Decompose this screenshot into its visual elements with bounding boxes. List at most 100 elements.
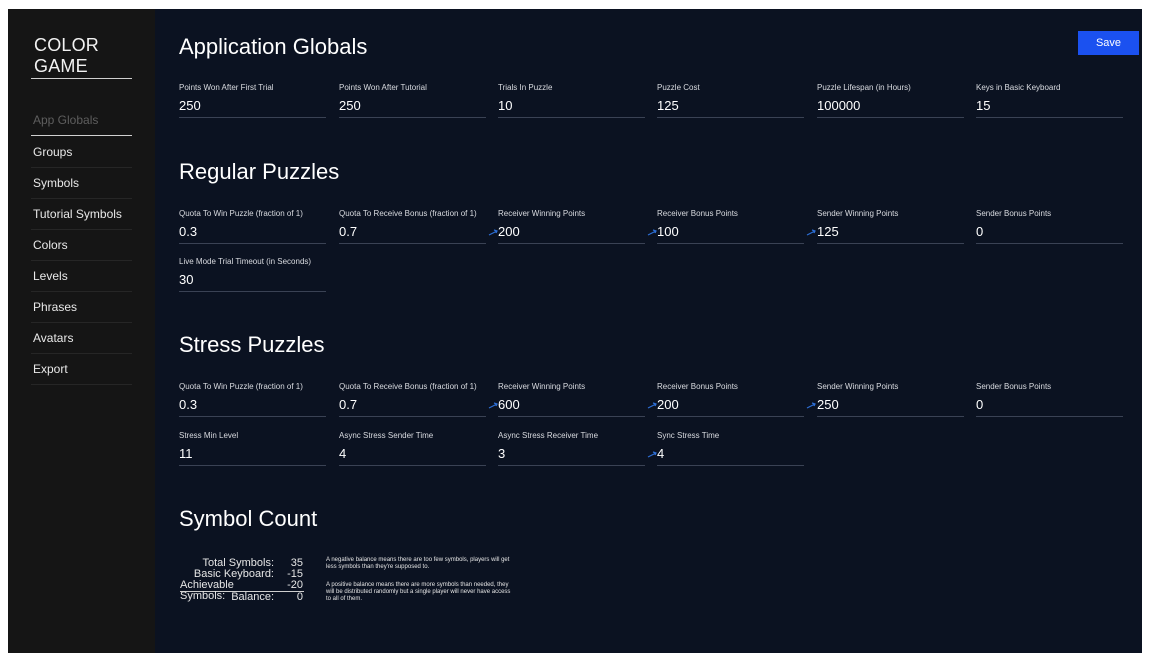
sidebar-item-symbols[interactable]: Symbols xyxy=(31,168,132,199)
spinner-arrows-icon[interactable] xyxy=(806,228,816,238)
stress-sender-winning-input[interactable]: 250 xyxy=(817,397,964,417)
field-keys-basic-keyboard: Keys in Basic Keyboard 15 xyxy=(976,83,1123,119)
brand-divider xyxy=(31,78,132,79)
stress-receiver-bonus-input[interactable]: 200 xyxy=(657,397,804,417)
field-label: Async Stress Sender Time xyxy=(339,431,434,440)
field-puzzle-lifespan: Puzzle Lifespan (in Hours) 100000 xyxy=(817,83,964,119)
field-label: Quota To Receive Bonus (fraction of 1) xyxy=(339,382,477,391)
points-first-trial-input[interactable]: 250 xyxy=(179,98,326,118)
sidebar-item-levels[interactable]: Levels xyxy=(31,261,132,292)
field-async-receiver-time: Async Stress Receiver Time 3 xyxy=(498,431,657,467)
field-label: Quota To Win Puzzle (fraction of 1) xyxy=(179,382,303,391)
main-content: Save Application Globals Points Won Afte… xyxy=(155,9,1142,653)
symbol-count-table: Total Symbols: 35 Basic Keyboard: -15 Ac… xyxy=(180,558,304,603)
puzzle-lifespan-input[interactable]: 100000 xyxy=(817,98,964,118)
section-title-app-globals: Application Globals xyxy=(179,34,368,59)
field-regular-quota-bonus: Quota To Receive Bonus (fraction of 1) 0… xyxy=(339,209,498,245)
positive-balance-note: A positive balance means there are more … xyxy=(326,582,511,602)
symbol-count-row: Balance: 0 xyxy=(180,592,304,603)
field-stress-min-level: Stress Min Level 11 xyxy=(179,431,326,467)
field-label: Async Stress Receiver Time xyxy=(498,431,599,440)
sidebar-item-app-globals[interactable]: App Globals xyxy=(31,105,132,136)
stress-min-level-input[interactable]: 11 xyxy=(179,446,326,466)
field-regular-receiver-bonus: Receiver Bonus Points 100 xyxy=(657,209,816,245)
symbol-count-label: Balance: xyxy=(231,591,274,603)
field-points-after-tutorial: Points Won After Tutorial 250 xyxy=(339,83,486,119)
live-mode-timeout-input[interactable]: 30 xyxy=(179,272,326,292)
spinner-arrows-icon[interactable] xyxy=(488,401,498,411)
field-regular-receiver-winning: Receiver Winning Points 200 xyxy=(498,209,657,245)
field-stress-quota-bonus: Quota To Receive Bonus (fraction of 1) 0… xyxy=(339,382,498,418)
field-label: Receiver Winning Points xyxy=(498,382,586,391)
trials-in-puzzle-input[interactable]: 10 xyxy=(498,98,645,118)
sidebar-item-phrases[interactable]: Phrases xyxy=(31,292,132,323)
field-label: Points Won After Tutorial xyxy=(339,83,427,92)
field-label: Points Won After First Trial xyxy=(179,83,274,92)
points-after-tutorial-input[interactable]: 250 xyxy=(339,98,486,118)
puzzle-cost-input[interactable]: 125 xyxy=(657,98,804,118)
field-label: Keys in Basic Keyboard xyxy=(976,83,1061,92)
field-label: Trials In Puzzle xyxy=(498,83,553,92)
async-receiver-time-input[interactable]: 3 xyxy=(498,446,645,466)
field-stress-receiver-bonus: Receiver Bonus Points 200 xyxy=(657,382,816,418)
app-brand: COLOR GAME xyxy=(34,35,100,76)
field-regular-sender-winning: Sender Winning Points 125 xyxy=(817,209,964,245)
field-label: Receiver Winning Points xyxy=(498,209,586,218)
stress-sender-bonus-input[interactable]: 0 xyxy=(976,397,1123,417)
keys-basic-keyboard-input[interactable]: 15 xyxy=(976,98,1123,118)
field-label: Receiver Bonus Points xyxy=(657,382,738,391)
field-label: Puzzle Lifespan (in Hours) xyxy=(817,83,911,92)
sidebar: COLOR GAME App Globals Groups Symbols Tu… xyxy=(8,9,155,653)
regular-sender-winning-input[interactable]: 125 xyxy=(817,224,964,244)
field-label: Stress Min Level xyxy=(179,431,239,440)
field-trials-in-puzzle: Trials In Puzzle 10 xyxy=(498,83,645,119)
spinner-arrows-icon[interactable] xyxy=(647,228,657,238)
sidebar-item-groups[interactable]: Groups xyxy=(31,137,132,168)
sidebar-item-tutorial-symbols[interactable]: Tutorial Symbols xyxy=(31,199,132,230)
field-puzzle-cost: Puzzle Cost 125 xyxy=(657,83,804,119)
field-label: Sender Winning Points xyxy=(817,382,899,391)
field-label: Puzzle Cost xyxy=(657,83,700,92)
spinner-arrows-icon[interactable] xyxy=(488,228,498,238)
field-label: Sender Winning Points xyxy=(817,209,899,218)
field-label: Live Mode Trial Timeout (in Seconds) xyxy=(179,257,312,266)
regular-quota-win-input[interactable]: 0.3 xyxy=(179,224,326,244)
field-regular-quota-win: Quota To Win Puzzle (fraction of 1) 0.3 xyxy=(179,209,326,245)
symbol-count-value: -20 xyxy=(287,579,303,591)
symbol-count-value: 0 xyxy=(296,591,303,603)
regular-sender-bonus-input[interactable]: 0 xyxy=(976,224,1123,244)
field-label: Sender Bonus Points xyxy=(976,209,1052,218)
spinner-arrows-icon[interactable] xyxy=(806,401,816,411)
field-label: Sync Stress Time xyxy=(657,431,720,440)
field-live-mode-timeout: Live Mode Trial Timeout (in Seconds) 30 xyxy=(179,257,326,293)
field-stress-quota-win: Quota To Win Puzzle (fraction of 1) 0.3 xyxy=(179,382,326,418)
sidebar-nav: App Globals Groups Symbols Tutorial Symb… xyxy=(31,105,132,385)
spinner-arrows-icon[interactable] xyxy=(647,450,657,460)
field-regular-sender-bonus: Sender Bonus Points 0 xyxy=(976,209,1123,245)
save-button[interactable]: Save xyxy=(1078,31,1139,55)
stress-quota-win-input[interactable]: 0.3 xyxy=(179,397,326,417)
sidebar-item-colors[interactable]: Colors xyxy=(31,230,132,261)
field-label: Quota To Win Puzzle (fraction of 1) xyxy=(179,209,303,218)
negative-balance-note: A negative balance means there are too f… xyxy=(326,557,510,570)
field-label: Receiver Bonus Points xyxy=(657,209,738,218)
field-label: Sender Bonus Points xyxy=(976,382,1052,391)
stress-receiver-winning-input[interactable]: 600 xyxy=(498,397,645,417)
sidebar-item-export[interactable]: Export xyxy=(31,354,132,385)
app-window: COLOR GAME App Globals Groups Symbols Tu… xyxy=(8,9,1142,653)
regular-receiver-winning-input[interactable]: 200 xyxy=(498,224,645,244)
section-title-stress-puzzles: Stress Puzzles xyxy=(179,332,325,357)
field-stress-receiver-winning: Receiver Winning Points 600 xyxy=(498,382,657,418)
sync-stress-time-input[interactable]: 4 xyxy=(657,446,804,466)
section-title-symbol-count: Symbol Count xyxy=(179,506,318,531)
field-points-first-trial: Points Won After First Trial 250 xyxy=(179,83,326,119)
stress-quota-bonus-input[interactable]: 0.7 xyxy=(339,397,486,417)
regular-quota-bonus-input[interactable]: 0.7 xyxy=(339,224,486,244)
field-async-sender-time: Async Stress Sender Time 4 xyxy=(339,431,486,467)
sidebar-item-avatars[interactable]: Avatars xyxy=(31,323,132,354)
regular-receiver-bonus-input[interactable]: 100 xyxy=(657,224,804,244)
spinner-arrows-icon[interactable] xyxy=(647,401,657,411)
async-sender-time-input[interactable]: 4 xyxy=(339,446,486,466)
field-sync-stress-time: Sync Stress Time 4 xyxy=(657,431,804,467)
field-label: Quota To Receive Bonus (fraction of 1) xyxy=(339,209,477,218)
